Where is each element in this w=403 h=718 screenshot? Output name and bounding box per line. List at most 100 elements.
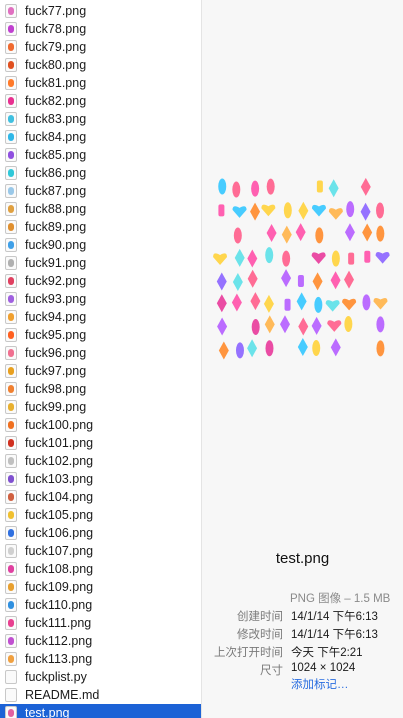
sprite (265, 247, 274, 264)
file-row[interactable]: fuck86.png (0, 164, 201, 182)
file-row[interactable]: fuck87.png (0, 182, 201, 200)
file-icon-thumbnail (8, 349, 14, 357)
file-row[interactable]: fuck108.png (0, 560, 201, 578)
file-row[interactable]: fuck84.png (0, 128, 201, 146)
file-row[interactable]: fuck80.png (0, 56, 201, 74)
sprite (296, 292, 307, 311)
file-icon (5, 526, 17, 540)
file-row[interactable]: fuck78.png (0, 20, 201, 38)
file-row[interactable]: fuck101.png (0, 434, 201, 452)
file-row[interactable]: fuck88.png (0, 200, 201, 218)
file-row[interactable]: fuck112.png (0, 632, 201, 650)
file-row[interactable]: fuck102.png (0, 452, 201, 470)
file-name: fuck88.png (25, 202, 87, 216)
sprite (376, 225, 385, 242)
file-name: fuck102.png (25, 454, 94, 468)
sprite (295, 223, 306, 242)
sprite (315, 227, 324, 244)
sprite (376, 202, 385, 219)
file-row[interactable]: fuck96.png (0, 344, 201, 362)
file-name: fuck95.png (25, 328, 87, 342)
file-icon-thumbnail (8, 97, 14, 105)
file-icon-thumbnail (8, 187, 14, 195)
file-row[interactable]: fuck83.png (0, 110, 201, 128)
sprite (281, 225, 292, 244)
file-row[interactable]: fuck100.png (0, 416, 201, 434)
file-row[interactable]: fuck85.png (0, 146, 201, 164)
sprite (316, 180, 323, 193)
sprite (218, 204, 225, 217)
sprite (231, 293, 242, 312)
file-row[interactable]: fuck89.png (0, 218, 201, 236)
file-icon-thumbnail (8, 223, 14, 231)
file-list[interactable]: fuck77.png fuck78.png fuck79.png fuck80.png… (0, 0, 201, 718)
sprite (364, 250, 371, 263)
file-row[interactable]: fuck99.png (0, 398, 201, 416)
file-row[interactable]: fuck111.png (0, 614, 201, 632)
file-icon-thumbnail (8, 637, 14, 645)
file-row[interactable]: fuck79.png (0, 38, 201, 56)
file-name: fuck107.png (25, 544, 94, 558)
file-row[interactable]: fuck90.png (0, 236, 201, 254)
file-row[interactable]: fuck82.png (0, 92, 201, 110)
sprite (344, 270, 355, 289)
file-row[interactable]: fuck95.png (0, 326, 201, 344)
image-thumbnail (213, 177, 390, 360)
file-name: fuck110.png (25, 598, 93, 612)
file-row[interactable]: fuck106.png (0, 524, 201, 542)
file-icon (5, 544, 17, 558)
file-row[interactable]: fuck81.png (0, 74, 201, 92)
sprite (218, 178, 227, 195)
file-row[interactable]: fuck103.png (0, 470, 201, 488)
sprite (297, 274, 304, 287)
file-row[interactable]: fuck105.png (0, 506, 201, 524)
sprite (266, 224, 277, 243)
sprite (331, 250, 340, 267)
file-row[interactable]: fuck98.png (0, 380, 201, 398)
file-row[interactable]: fuck113.png (0, 650, 201, 668)
file-name: fuck94.png (25, 310, 87, 324)
file-icon (5, 508, 17, 522)
metadata-row: 修改时间 14/1/14 下午6:13 (202, 626, 403, 643)
sprite (342, 298, 357, 311)
file-name: fuck78.png (25, 22, 87, 36)
file-row[interactable]: fuck97.png (0, 362, 201, 380)
file-icon-thumbnail (8, 439, 14, 447)
file-icon-thumbnail (8, 151, 14, 159)
file-row[interactable]: fuck93.png (0, 290, 201, 308)
sprite (264, 315, 275, 334)
sprite (330, 271, 341, 290)
sprite (279, 315, 290, 334)
file-icon (5, 130, 17, 144)
file-row[interactable]: fuck94.png (0, 308, 201, 326)
file-row-selected[interactable]: test.png (0, 704, 201, 718)
file-icon-thumbnail (8, 367, 14, 375)
file-row[interactable]: README.md (0, 686, 201, 704)
file-icon-thumbnail (8, 259, 14, 267)
file-row[interactable]: fuck92.png (0, 272, 201, 290)
file-icon (5, 328, 17, 342)
file-row[interactable]: fuck91.png (0, 254, 201, 272)
metadata-key: 修改时间 (237, 629, 283, 641)
file-name: fuck98.png (25, 382, 87, 396)
file-row[interactable]: fuck109.png (0, 578, 201, 596)
file-icon (5, 400, 17, 414)
file-row[interactable]: fuck110.png (0, 596, 201, 614)
file-row[interactable]: fuckplist.py (0, 668, 201, 686)
sprite (232, 206, 247, 218)
file-icon (5, 58, 17, 72)
file-icon-thumbnail (8, 493, 14, 501)
file-icon-thumbnail (8, 547, 14, 555)
metadata-value: 14/1/14 下午6:13 (291, 629, 378, 641)
sprite (232, 181, 241, 198)
file-icon (5, 346, 17, 360)
sprite (360, 202, 371, 221)
file-row[interactable]: fuck77.png (0, 2, 201, 20)
add-tags-link[interactable]: 添加标记… (291, 676, 349, 692)
file-row[interactable]: fuck107.png (0, 542, 201, 560)
sprite (266, 178, 275, 195)
file-name: fuck89.png (25, 220, 87, 234)
sprite (362, 223, 373, 242)
file-icon (5, 706, 17, 718)
file-row[interactable]: fuck104.png (0, 488, 201, 506)
